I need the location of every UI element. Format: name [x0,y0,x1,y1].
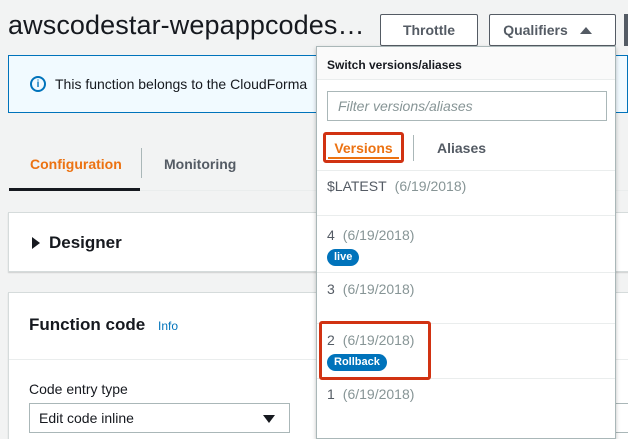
version-item[interactable]: 1 (6/19/2018) [317,378,615,438]
function-title: awscodestar-wepappcodes… [8,10,365,40]
info-icon: i [30,76,46,92]
active-tab-underline [328,157,399,159]
version-name: $LATEST [327,178,387,194]
expand-arrow-icon[interactable] [32,237,40,249]
version-date: (6/19/2018) [394,178,467,194]
throttle-button-label: Throttle [402,22,456,38]
active-tab-underline [9,188,140,191]
dropdown-header: Switch versions/aliases [317,47,615,80]
version-item[interactable]: 4 (6/19/2018) live [317,215,615,272]
tab-versions[interactable]: Versions [323,132,404,163]
version-date: (6/19/2018) [342,227,415,243]
version-item[interactable]: 3 (6/19/2018) [317,272,615,323]
tab-aliases[interactable]: Aliases [437,140,486,156]
filter-versions-input[interactable] [327,91,607,121]
tab-configuration[interactable]: Configuration [30,156,122,172]
version-name: 3 [327,281,335,297]
tab-divider [413,135,414,161]
qualifiers-button-label: Qualifiers [503,22,568,38]
throttle-button[interactable]: Throttle [380,14,478,46]
version-name: 4 [327,227,335,243]
caret-down-icon [263,415,275,423]
version-name: 1 [327,386,335,402]
function-code-title: Function code [29,315,146,334]
info-link[interactable]: Info [158,319,178,333]
version-item[interactable]: $LATEST (6/19/2018) [317,170,615,215]
tab-monitoring[interactable]: Monitoring [164,156,236,172]
rollback-highlight [319,321,431,380]
code-entry-type-label: Code entry type [29,381,128,397]
caret-up-icon [579,26,592,34]
code-entry-type-value: Edit code inline [39,410,134,426]
qualifiers-button[interactable]: Qualifiers [489,14,616,46]
dropdown-header-label: Switch versions/aliases [327,58,462,72]
action-button-edge[interactable] [624,14,628,46]
version-date: (6/19/2018) [342,386,415,402]
version-date: (6/19/2018) [342,281,415,297]
code-entry-type-select[interactable]: Edit code inline [29,403,290,433]
alias-badge: live [327,249,360,266]
designer-title: Designer [49,233,122,252]
banner-text: This function belongs to the CloudForma [55,76,308,92]
qualifiers-dropdown: Switch versions/aliases Versions Aliases… [316,46,616,439]
tab-versions-label: Versions [334,139,393,156]
tab-divider [141,148,142,178]
